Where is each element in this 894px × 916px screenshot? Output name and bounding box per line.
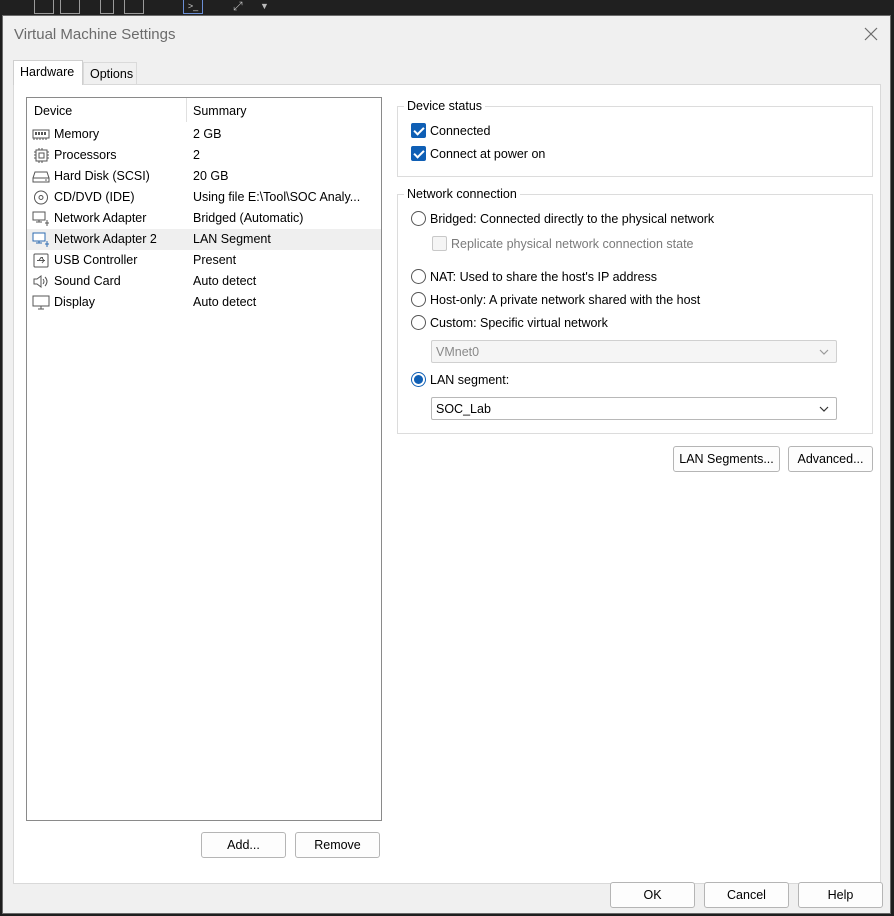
lan-segment-radio[interactable] — [411, 372, 426, 387]
device-name: Processors — [54, 148, 117, 162]
custom-network-value: VMnet0 — [436, 345, 480, 359]
device-name: Sound Card — [54, 274, 121, 288]
usb-icon — [33, 253, 49, 268]
terminal-icon: >_ — [183, 0, 203, 14]
device-row-display[interactable]: Display Auto detect — [27, 292, 381, 313]
dropdown-arrow-icon: ▼ — [260, 1, 269, 11]
replicate-state-label: Replicate physical network connection st… — [451, 237, 694, 251]
lan-segments-button[interactable]: LAN Segments... — [673, 446, 780, 472]
device-summary: Present — [193, 253, 237, 267]
device-row-processors[interactable]: Processors 2 — [27, 145, 381, 166]
memory-icon — [32, 129, 50, 140]
custom-network-select[interactable]: VMnet0 — [431, 340, 837, 363]
custom-label[interactable]: Custom: Specific virtual network — [430, 316, 608, 330]
host-only-radio[interactable] — [411, 292, 426, 307]
dialog-footer: OK Cancel Help — [3, 882, 890, 915]
vm-settings-dialog: Virtual Machine Settings Hardware Option… — [2, 15, 891, 914]
tab-options[interactable]: Options — [83, 62, 137, 85]
host-toolbar-icon — [60, 0, 80, 14]
hardware-panel: Device Summary Memory 2 GB Processors 2 … — [13, 84, 881, 884]
replicate-state-checkbox[interactable] — [432, 236, 447, 251]
chevron-down-icon — [819, 406, 829, 412]
bridged-radio[interactable] — [411, 211, 426, 226]
device-name: Hard Disk (SCSI) — [54, 169, 150, 183]
device-summary: Auto detect — [193, 274, 257, 288]
host-toolbar-icon — [100, 0, 114, 14]
device-name: CD/DVD (IDE) — [54, 190, 135, 204]
remove-device-button[interactable]: Remove — [295, 832, 380, 858]
device-summary: LAN Segment — [193, 232, 271, 246]
close-icon — [864, 27, 878, 41]
device-name: USB Controller — [54, 253, 138, 267]
nat-label[interactable]: NAT: Used to share the host's IP address — [430, 270, 657, 284]
column-separator[interactable] — [186, 98, 187, 122]
device-summary: 2 GB — [193, 127, 222, 141]
speaker-icon — [33, 275, 48, 288]
title-bar: Virtual Machine Settings — [3, 16, 890, 54]
cancel-button[interactable]: Cancel — [704, 882, 789, 908]
device-name: Network Adapter 2 — [54, 232, 157, 246]
device-status-label: Device status — [404, 99, 486, 113]
device-name: Network Adapter — [54, 211, 147, 225]
device-row-hard-disk[interactable]: Hard Disk (SCSI) 20 GB — [27, 166, 381, 187]
processor-icon — [34, 148, 49, 163]
host-toolbar-icon — [124, 0, 144, 14]
host-only-label[interactable]: Host-only: A private network shared with… — [430, 293, 700, 307]
network-connection-label: Network connection — [404, 187, 520, 201]
device-row-cd-dvd[interactable]: CD/DVD (IDE) Using file E:\Tool\SOC Anal… — [27, 187, 381, 208]
lan-segment-value: SOC_Lab — [436, 402, 491, 416]
nat-radio[interactable] — [411, 269, 426, 284]
connected-checkbox[interactable] — [411, 123, 426, 138]
device-name: Display — [54, 295, 95, 309]
device-row-sound-card[interactable]: Sound Card Auto detect — [27, 271, 381, 292]
help-button[interactable]: Help — [798, 882, 883, 908]
device-row-usb-controller[interactable]: USB Controller Present — [27, 250, 381, 271]
close-button[interactable] — [860, 24, 882, 46]
connect-at-power-on-label[interactable]: Connect at power on — [430, 147, 545, 161]
device-name: Memory — [54, 127, 100, 141]
device-row-network-adapter-2[interactable]: Network Adapter 2 LAN Segment — [27, 229, 381, 250]
device-summary: 20 GB — [193, 169, 229, 183]
device-summary: Bridged (Automatic) — [193, 211, 304, 225]
connect-at-power-on-checkbox[interactable] — [411, 146, 426, 161]
device-summary: Using file E:\Tool\SOC Analy... — [193, 190, 361, 204]
monitor-icon — [32, 295, 50, 310]
lan-segment-select[interactable]: SOC_Lab — [431, 397, 837, 420]
device-status-group: Device status Connected Connect at power… — [397, 99, 873, 177]
advanced-button[interactable]: Advanced... — [788, 446, 873, 472]
host-toolbar-icon — [34, 0, 54, 14]
network-adapter-icon — [32, 211, 49, 226]
cd-dvd-icon — [34, 190, 48, 205]
host-window-strip: >_ ⤢ ▼ — [0, 0, 894, 15]
bridged-label[interactable]: Bridged: Connected directly to the physi… — [430, 212, 714, 226]
tab-hardware[interactable]: Hardware — [13, 60, 83, 85]
column-header-device[interactable]: Device — [34, 104, 72, 118]
device-summary: Auto detect — [193, 295, 257, 309]
connected-label[interactable]: Connected — [430, 124, 490, 138]
device-summary: 2 — [193, 148, 200, 162]
custom-radio[interactable] — [411, 315, 426, 330]
chevron-down-icon — [819, 349, 829, 355]
network-connection-group: Network connection Bridged: Connected di… — [397, 187, 873, 434]
device-row-memory[interactable]: Memory 2 GB — [27, 124, 381, 145]
hard-disk-icon — [32, 171, 50, 183]
dialog-title: Virtual Machine Settings — [14, 26, 176, 43]
list-header: Device Summary — [27, 98, 381, 124]
fullscreen-icon: ⤢ — [233, 0, 243, 13]
add-device-button[interactable]: Add... — [201, 832, 286, 858]
lan-segment-label[interactable]: LAN segment: — [430, 373, 509, 387]
device-row-network-adapter[interactable]: Network Adapter Bridged (Automatic) — [27, 208, 381, 229]
ok-button[interactable]: OK — [610, 882, 695, 908]
network-adapter-icon — [32, 232, 49, 247]
column-header-summary[interactable]: Summary — [193, 104, 246, 118]
device-list[interactable]: Device Summary Memory 2 GB Processors 2 … — [26, 97, 382, 821]
